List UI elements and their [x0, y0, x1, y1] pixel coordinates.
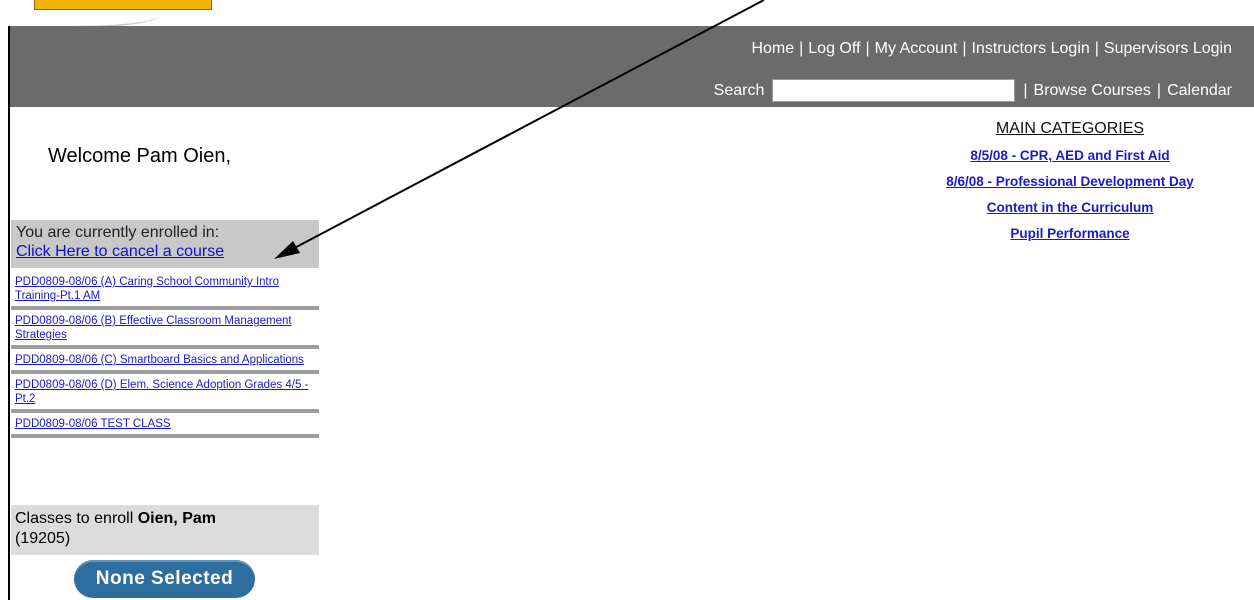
course-link[interactable]: PDD0809-08/06 TEST CLASS	[15, 418, 171, 430]
none-selected-button[interactable]: None Selected	[74, 560, 255, 598]
nav-separator: |	[962, 40, 967, 57]
enroll-prefix: Classes to enroll	[15, 510, 134, 527]
welcome-message: Welcome Pam Oien,	[48, 145, 232, 167]
enrolled-panel: You are currently enrolled in: Click Her…	[11, 220, 319, 268]
list-item: PDD0809-08/06 (C) Smartboard Basics and …	[11, 349, 319, 374]
enrolled-course-list: PDD0809-08/06 (A) Caring School Communit…	[11, 271, 319, 438]
list-item: PDD0809-08/06 (D) Elem. Science Adoption…	[11, 374, 319, 413]
nav-separator: |	[1023, 81, 1028, 99]
category-link[interactable]: Content in the Curriculum	[910, 195, 1230, 221]
nav-supervisors-login-link[interactable]: Supervisors Login	[1104, 40, 1232, 58]
list-item: PDD0809-08/06 (B) Effective Classroom Ma…	[11, 310, 319, 349]
top-nav: Home | Log Off | My Account | Instructor…	[751, 40, 1232, 58]
cancel-course-link[interactable]: Click Here to cancel a course	[16, 243, 224, 260]
search-label: Search	[713, 81, 765, 99]
nav-separator: |	[1094, 40, 1099, 57]
list-item: PDD0809-08/06 (A) Caring School Communit…	[11, 271, 319, 310]
course-link[interactable]: PDD0809-08/06 (C) Smartboard Basics and …	[15, 354, 304, 366]
list-item: PDD0809-08/06 TEST CLASS	[11, 413, 319, 438]
categories-title: MAIN CATEGORIES	[995, 120, 1145, 137]
header-bar: Home | Log Off | My Account | Instructor…	[10, 26, 1254, 107]
course-link[interactable]: PDD0809-08/06 (D) Elem. Science Adoption…	[15, 379, 308, 405]
logo-swoosh	[10, 8, 158, 28]
enroll-student-name: Oien, Pam	[137, 510, 216, 527]
main-categories: MAIN CATEGORIES 8/5/08 - CPR, AED and Fi…	[910, 120, 1230, 247]
category-link[interactable]: Pupil Performance	[910, 221, 1230, 247]
nav-separator: |	[865, 40, 870, 57]
left-border-rule	[8, 26, 10, 600]
nav-separator: |	[799, 40, 804, 57]
course-link[interactable]: PDD0809-08/06 (B) Effective Classroom Ma…	[15, 315, 292, 341]
search-nav: Search | Browse Courses | Calendar	[714, 79, 1232, 102]
nav-instructors-login-link[interactable]: Instructors Login	[971, 40, 1089, 58]
nav-home-link[interactable]: Home	[751, 40, 794, 58]
search-input[interactable]	[772, 79, 1016, 102]
enrolled-label: You are currently enrolled in:	[16, 224, 220, 241]
calendar-link[interactable]: Calendar	[1167, 82, 1232, 100]
nav-separator: |	[1156, 81, 1162, 99]
course-link[interactable]: PDD0809-08/06 (A) Caring School Communit…	[15, 276, 279, 302]
category-link[interactable]: 8/6/08 - Professional Development Day	[910, 169, 1230, 195]
enroll-panel: Classes to enroll Oien, Pam (19205)	[11, 505, 319, 555]
nav-log-off-link[interactable]: Log Off	[808, 40, 860, 58]
nav-my-account-link[interactable]: My Account	[875, 40, 958, 58]
browse-courses-link[interactable]: Browse Courses	[1034, 82, 1151, 100]
enroll-student-id: (19205)	[15, 530, 71, 547]
category-link[interactable]: 8/5/08 - CPR, AED and First Aid	[910, 143, 1230, 169]
